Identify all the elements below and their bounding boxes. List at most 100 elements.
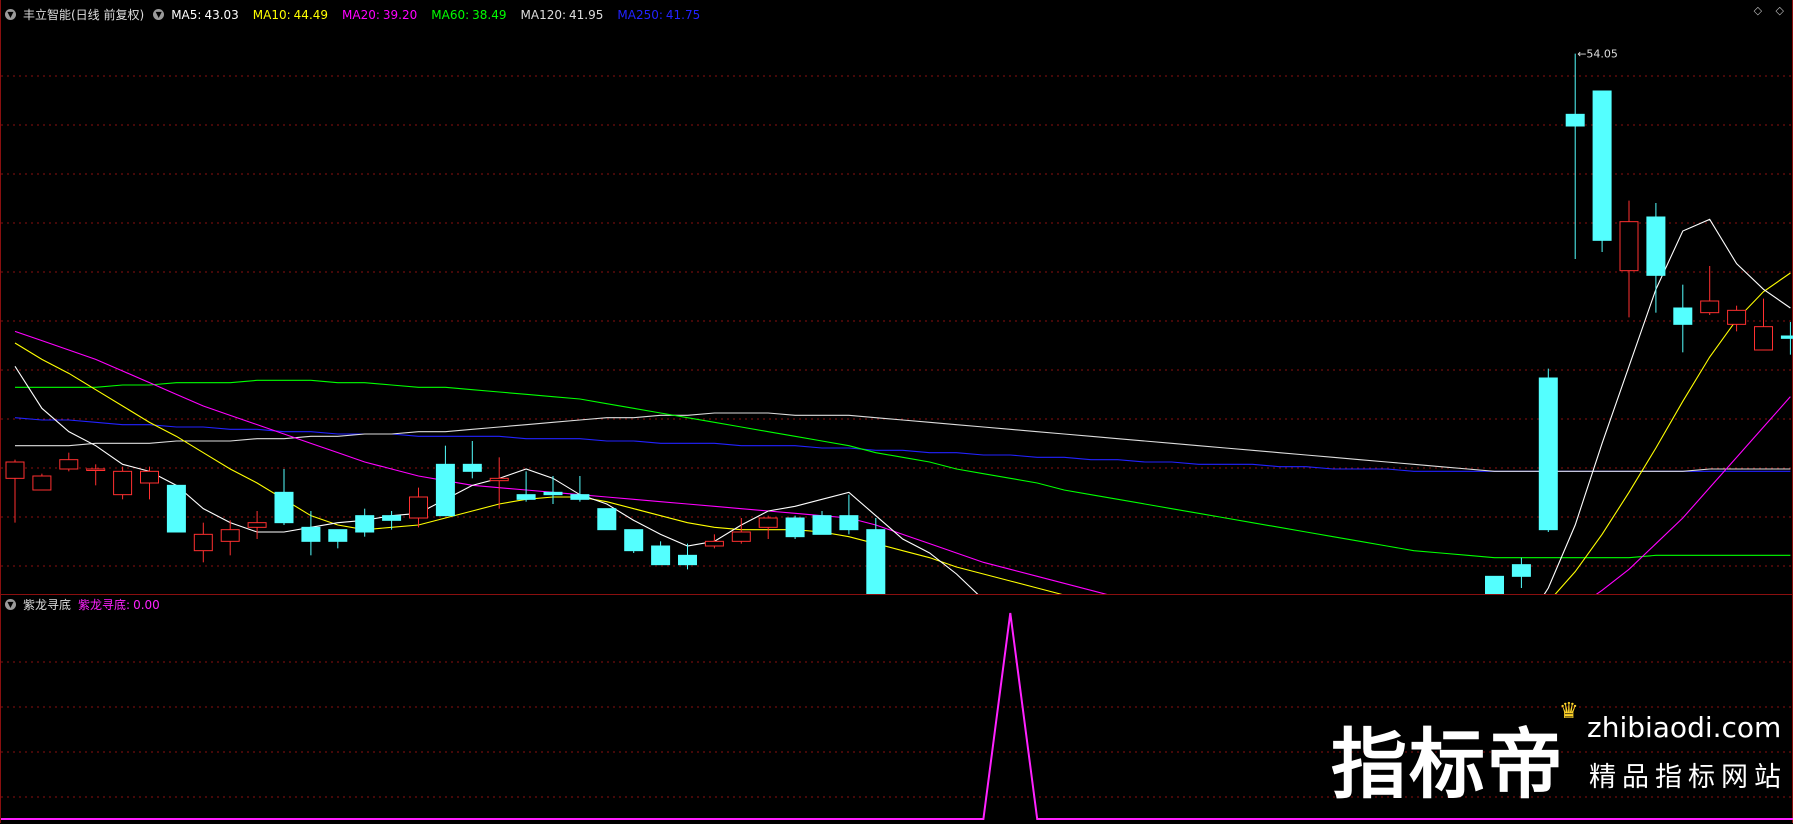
candle-body — [1619, 221, 1639, 272]
price-chart-panel[interactable]: ←54.05←31.72 ▼ 丰立智能(日线 前复权) ▼ MA5:43.03 … — [0, 0, 1793, 595]
candle-body — [651, 545, 671, 566]
candle-body — [193, 533, 213, 552]
candle[interactable] — [59, 452, 79, 472]
candle[interactable] — [704, 534, 724, 549]
candle-body — [59, 459, 79, 470]
collapse-toggle-icon[interactable]: ▼ — [5, 9, 16, 20]
candle[interactable] — [328, 529, 348, 549]
candle-body — [355, 515, 375, 533]
candle[interactable] — [597, 508, 617, 531]
expand-icon[interactable]: ◇ — [1754, 4, 1762, 17]
candle[interactable] — [489, 457, 509, 509]
candle-body — [785, 517, 805, 538]
candle[interactable] — [1592, 90, 1612, 252]
candle[interactable] — [758, 515, 778, 539]
candle[interactable] — [32, 473, 52, 491]
ma10-legend: MA10: 44.49 — [252, 7, 329, 22]
candle[interactable] — [166, 484, 186, 533]
candle[interactable] — [1485, 575, 1504, 595]
indicator-toggle-icon[interactable]: ▼ — [5, 599, 16, 610]
window-controls: ◇ ◇ — [1754, 4, 1784, 17]
candle-body — [274, 491, 294, 524]
candle[interactable] — [435, 445, 455, 517]
candle[interactable] — [516, 471, 536, 502]
candle[interactable] — [1646, 203, 1666, 313]
candle-body — [1700, 300, 1720, 314]
maximize-icon[interactable]: ◇ — [1776, 4, 1784, 17]
candle-body — [1780, 335, 1793, 339]
ma5-line — [14, 218, 1791, 595]
candle[interactable] — [5, 459, 25, 523]
candle[interactable] — [220, 520, 240, 556]
candle[interactable] — [1619, 200, 1639, 318]
candle-body — [1511, 564, 1531, 577]
candle-body — [247, 522, 267, 528]
candle[interactable] — [409, 487, 428, 528]
indicator-series-label: 紫龙寻底: — [78, 598, 131, 612]
candle[interactable] — [86, 464, 106, 486]
candle-body — [570, 494, 590, 500]
ma60-legend: MA60: 38.49 — [431, 7, 507, 22]
indicator-panel[interactable]: ▼ 紫龙寻底 紫龙寻底: 0.00 指标帝 ♛ zhibiaodi.com 精品… — [0, 594, 1793, 823]
ma5-legend: MA5: 43.03 — [171, 7, 239, 22]
candle-body — [86, 468, 106, 471]
candle[interactable] — [866, 518, 886, 595]
ma20-legend: MA20: 39.20 — [342, 7, 418, 22]
candle[interactable] — [1700, 266, 1720, 315]
indicator-name: 紫龙寻底 — [23, 598, 72, 612]
candle[interactable] — [1565, 53, 1585, 259]
ma-settings-toggle-icon[interactable]: ▼ — [153, 9, 165, 20]
candle[interactable] — [462, 441, 482, 479]
candle-body — [704, 540, 724, 547]
candle[interactable] — [355, 508, 375, 537]
candle-body — [140, 470, 159, 484]
candle[interactable] — [543, 476, 563, 504]
candle-body — [839, 515, 859, 531]
candle[interactable] — [1754, 298, 1773, 351]
candle[interactable] — [1673, 284, 1693, 353]
candle-body — [1646, 216, 1666, 276]
ma-legend: ▼ 丰立智能(日线 前复权) ▼ MA5: 43.03 MA10: 44.49 MA… — [5, 6, 714, 23]
candle[interactable] — [651, 541, 671, 566]
watermark-brand: 指标帝 — [1331, 720, 1565, 809]
candle[interactable] — [624, 529, 644, 553]
candle-body — [462, 463, 482, 472]
candle[interactable] — [247, 511, 267, 539]
crown-icon: ♛ — [1559, 699, 1579, 724]
candle-body — [113, 470, 133, 496]
candle[interactable] — [785, 515, 805, 539]
candle-body — [1538, 377, 1558, 531]
candle-body — [5, 461, 25, 479]
candle[interactable] — [140, 466, 159, 500]
watermark-slogan: 精品指标网站 — [1589, 762, 1787, 793]
candle[interactable] — [570, 476, 590, 502]
high-price-label: ←54.05 — [1577, 48, 1618, 61]
ma20-line — [14, 330, 1791, 595]
indicator-legend: ▼ 紫龙寻底 紫龙寻底: 0.00 — [5, 596, 167, 613]
candle[interactable] — [193, 522, 213, 563]
candle-body — [1727, 309, 1747, 325]
candle-body — [32, 475, 52, 491]
candle-body — [866, 529, 886, 595]
candle[interactable] — [678, 543, 697, 570]
candle-body — [1592, 90, 1612, 241]
candle-body — [731, 531, 751, 542]
candle-body — [166, 484, 186, 533]
price-chart[interactable]: ←54.05←31.72 — [1, 0, 1793, 595]
candle-body — [220, 529, 240, 542]
candle[interactable] — [1780, 322, 1793, 355]
candle[interactable] — [812, 511, 832, 535]
candle[interactable] — [1511, 557, 1531, 588]
candle-body — [435, 463, 455, 517]
candle-body — [678, 554, 697, 566]
candle-body — [812, 515, 832, 535]
indicator-series-value: 0.00 — [133, 597, 160, 612]
watermark: 指标帝 ♛ zhibiaodi.com 精品指标网站 — [1331, 699, 1791, 815]
candle-body — [597, 508, 617, 531]
watermark-domain: zhibiaodi.com — [1587, 711, 1782, 744]
candle-body — [516, 494, 536, 500]
candle[interactable] — [1538, 368, 1558, 532]
candle[interactable] — [839, 494, 859, 535]
candle[interactable] — [113, 466, 133, 500]
candle[interactable] — [274, 469, 294, 525]
